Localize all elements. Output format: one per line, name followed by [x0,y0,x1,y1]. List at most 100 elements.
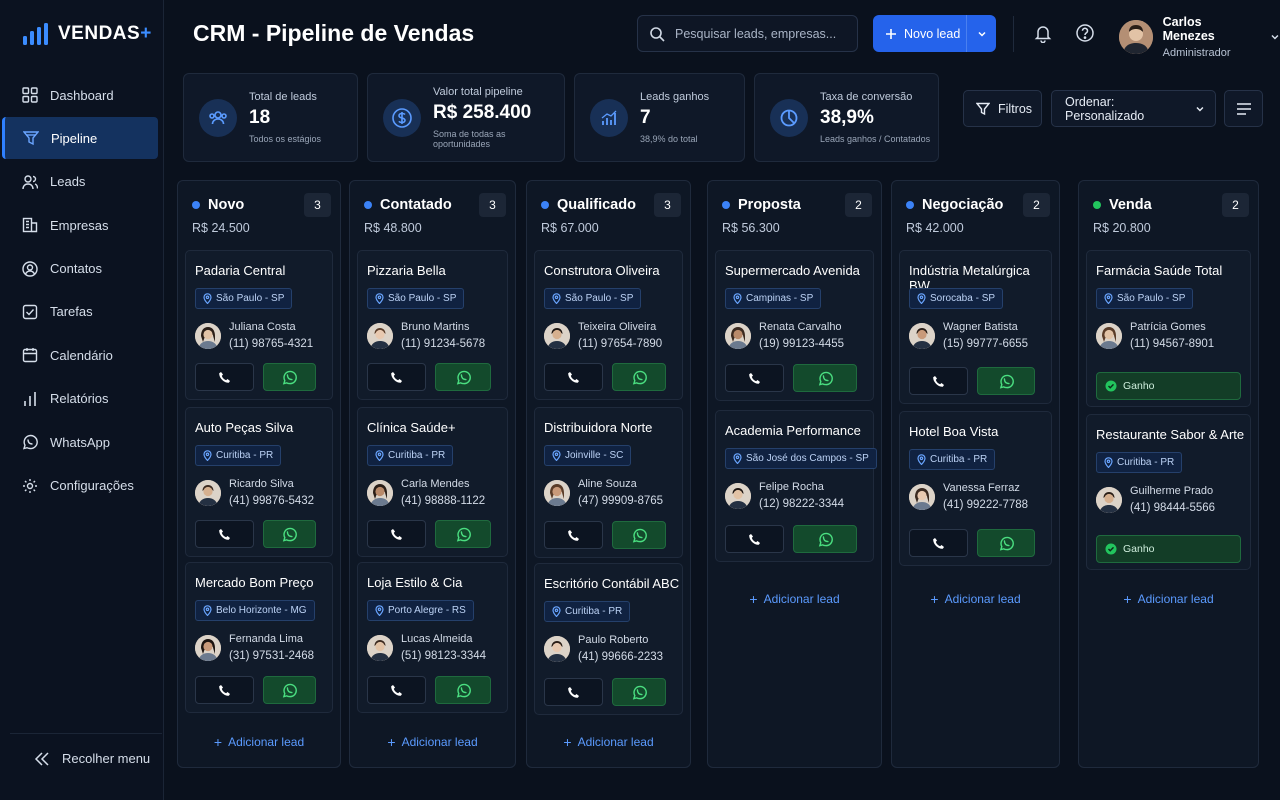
call-button[interactable] [544,363,603,391]
lead-contact: Renata Carvalho (19) 99123-4455 [725,321,844,350]
lead-card[interactable]: Padaria Central São Paulo - SP Juliana Cos… [185,250,333,400]
call-button[interactable] [195,520,254,548]
header-divider [1013,16,1014,52]
avatar-image [544,322,570,349]
notifications-button[interactable] [1033,23,1053,43]
whatsapp-button[interactable] [435,676,491,704]
call-button[interactable] [909,367,968,395]
whatsapp-button[interactable] [263,363,316,391]
column-header[interactable]: Negociação [906,197,1003,213]
user-menu[interactable]: Carlos Menezes Administrador [1119,15,1280,59]
plus-icon: + [563,734,572,750]
sidebar-item-configuracoes[interactable]: Configurações [2,465,158,507]
sidebar-item-empresas[interactable]: Empresas [2,204,158,246]
add-lead-button[interactable]: + Adicionar lead [1079,591,1258,607]
column-header[interactable]: Proposta [722,197,801,213]
lead-contact: Aline Souza (47) 99909-8765 [544,478,663,507]
sidebar-item-contatos[interactable]: Contatos [2,248,158,290]
new-lead-main[interactable]: Novo lead [873,15,966,52]
column-header[interactable]: Venda [1093,197,1152,213]
call-button[interactable] [367,520,426,548]
add-lead-button[interactable]: + Adicionar lead [350,734,515,750]
avatar-image [1096,486,1122,513]
sidebar-item-relatorios[interactable]: Relatórios [2,378,158,420]
lead-card[interactable]: Mercado Bom Preço Belo Horizonte - MG Fern… [185,562,333,713]
location-badge: Curitiba - PR [195,445,282,466]
sidebar-item-label: Configurações [50,478,134,494]
whatsapp-button[interactable] [612,521,666,549]
status-dot [1093,201,1101,209]
new-lead-label: Novo lead [904,26,961,41]
lead-card[interactable]: Loja Estilo & Cia Porto Alegre - RS Lucas … [357,562,508,713]
search-box[interactable] [637,15,858,52]
call-button[interactable] [544,521,603,549]
sidebar-item-dashboard[interactable]: Dashboard [2,74,158,116]
whatsapp-button[interactable] [612,678,666,706]
whatsapp-button[interactable] [977,529,1035,557]
whatsapp-button[interactable] [612,363,666,391]
lead-card[interactable]: Farmácia Saúde Total São Paulo - SP Patríc… [1086,250,1251,407]
lead-card[interactable]: Clínica Saúde+ Curitiba - PR Carla Mendes (… [357,407,508,557]
column-header[interactable]: Contatado [364,197,452,213]
contact-name: Bruno Martins [401,321,470,333]
call-button[interactable] [725,364,784,392]
whatsapp-button[interactable] [263,520,316,548]
whatsapp-button[interactable] [263,676,316,704]
add-lead-button[interactable]: + Adicionar lead [527,734,690,750]
lead-card[interactable]: Academia Performance São José dos Campos … [715,410,877,562]
location-badge: Curitiba - PR [544,601,631,622]
contact-phone: (11) 91234-5678 [401,338,486,350]
lead-card[interactable]: Indústria Metalúrgica BW Sorocaba - SP Wag… [899,250,1052,404]
column-title: Proposta [738,197,801,213]
bell-icon [1034,26,1052,43]
call-button[interactable] [909,529,968,557]
whatsapp-button[interactable] [793,364,857,392]
call-button[interactable] [195,363,254,391]
lead-card[interactable]: Hotel Boa Vista Curitiba - PR Vanessa Ferr… [899,411,1052,566]
lead-card[interactable]: Distribuidora Norte Joinville - SC Aline S… [534,407,683,558]
add-lead-button[interactable]: + Adicionar lead [178,734,340,750]
call-button[interactable] [367,363,426,391]
sidebar-item-whatsapp[interactable]: WhatsApp [2,421,158,463]
search-input[interactable] [675,26,845,41]
view-options-button[interactable] [1224,90,1263,127]
lead-card[interactable]: Pizzaria Bella São Paulo - SP Bruno Martin… [357,250,508,400]
contact-name: Fernanda Lima [229,633,303,645]
whatsapp-button[interactable] [435,520,491,548]
lead-card[interactable]: Restaurante Sabor & Arte Curitiba - PR Gui… [1086,414,1251,570]
call-button[interactable] [725,525,784,553]
lead-card[interactable]: Escritório Contábil ABC Curitiba - PR Paul… [534,563,683,715]
sort-select[interactable]: Ordenar: Personalizado [1051,90,1216,127]
logo[interactable]: VENDAS+ [22,22,152,46]
contact-phone: (51) 98123-3344 [401,650,487,662]
sidebar-item-leads[interactable]: Leads [2,161,158,203]
add-lead-button[interactable]: + Adicionar lead [892,591,1059,607]
collapse-menu-button[interactable]: Recolher menu [10,733,162,783]
sidebar-item-calendario[interactable]: Calendário [2,334,158,376]
avatar [195,322,221,349]
help-button[interactable] [1075,23,1095,43]
whatsapp-icon [456,683,471,698]
filters-button[interactable]: Filtros [963,90,1042,127]
whatsapp-button[interactable] [977,367,1035,395]
call-button[interactable] [367,676,426,704]
lead-card[interactable]: Construtora Oliveira São Paulo - SP Teixei… [534,250,683,400]
lead-company-name: Clínica Saúde+ [367,420,456,435]
whatsapp-button[interactable] [793,525,857,553]
whatsapp-button[interactable] [435,363,491,391]
lead-card[interactable]: Supermercado Avenida Campinas - SP Renata … [715,250,874,401]
new-lead-dropdown[interactable] [966,15,996,52]
avatar [1096,486,1122,513]
sidebar-item-tarefas[interactable]: Tarefas [2,291,158,333]
call-button[interactable] [544,678,603,706]
status-dot [364,201,372,209]
lead-card[interactable]: Auto Peças Silva Curitiba - PR Ricardo Sil… [185,407,333,557]
sidebar-item-pipeline[interactable]: Pipeline [2,117,158,160]
new-lead-button[interactable]: Novo lead [873,15,996,52]
column-header[interactable]: Novo [192,197,244,213]
add-lead-button[interactable]: + Adicionar lead [708,591,881,607]
call-button[interactable] [195,676,254,704]
column-header[interactable]: Qualificado [541,197,636,213]
contact-name: Ricardo Silva [229,478,294,490]
building-icon [22,217,38,233]
